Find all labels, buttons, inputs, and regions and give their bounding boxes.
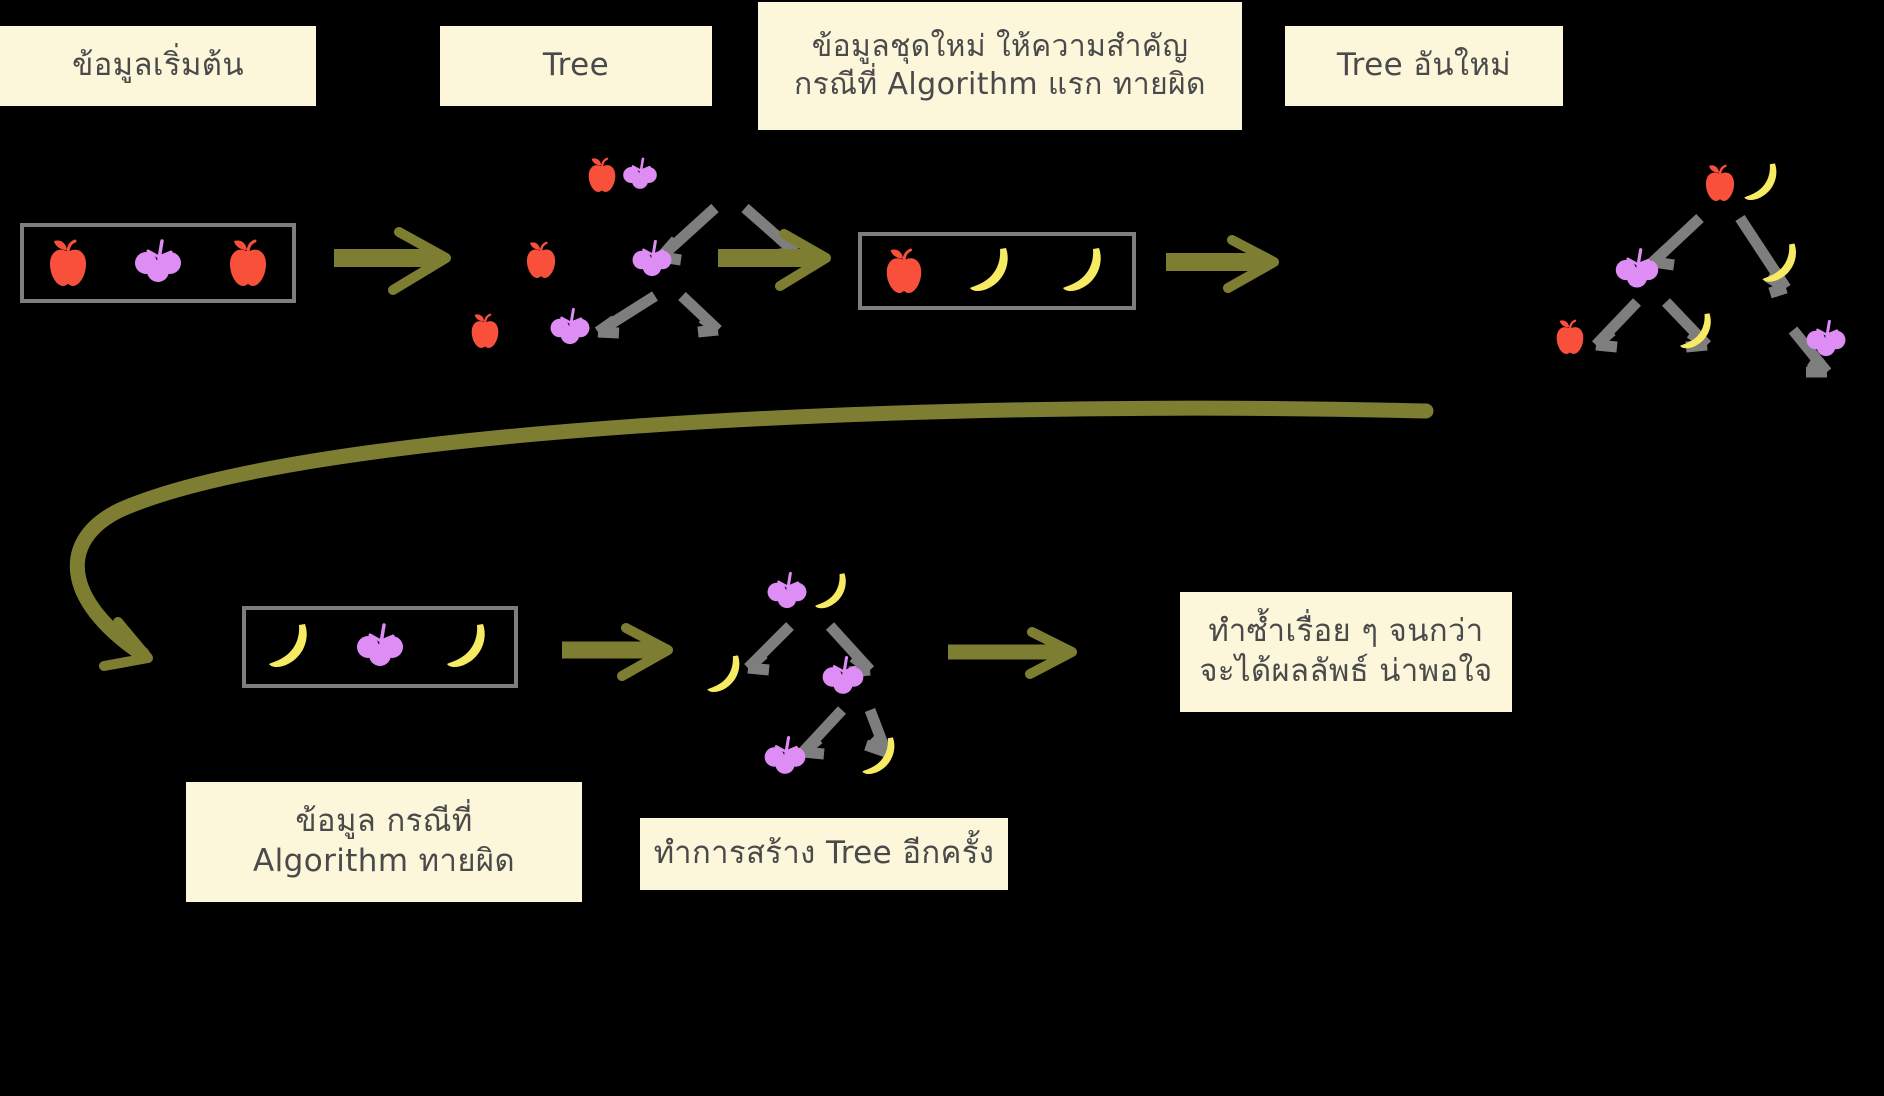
t3-right-right xyxy=(858,734,904,780)
fruit-apple xyxy=(45,238,91,288)
note-rebuild-tree: ทำการสร้าง Tree อีกครั้ง xyxy=(640,818,1008,890)
arrow-layer xyxy=(69,203,1832,760)
fruit-grapes xyxy=(765,570,809,614)
fruit-grapes xyxy=(762,734,808,780)
fruit-grapes xyxy=(132,237,184,289)
t3-left xyxy=(703,652,749,698)
fruit-grapes xyxy=(1613,246,1661,294)
fruit-apple xyxy=(882,247,926,295)
note-repeat-until-satisfied: ทำซ้ำเรื่อย ๆ จนกว่า จะได้ผลลัพธ์ น่าพอใ… xyxy=(1180,592,1512,712)
t1-left xyxy=(523,240,559,280)
note-new-dataset: ข้อมูลชุดใหม่ ให้ความสำคัญ กรณีที่ Algor… xyxy=(758,2,1242,130)
tree-1-edges xyxy=(594,203,799,339)
note-misclassified-data: ข้อมูล กรณีที่ Algorithm ทายผิด xyxy=(186,782,582,902)
fruit-apple xyxy=(225,238,271,288)
fruit-banana xyxy=(858,734,904,780)
note-line: Tree xyxy=(542,47,610,84)
note-line: ข้อมูลชุดใหม่ ให้ความสำคัญ xyxy=(811,28,1189,64)
fruit-banana xyxy=(1058,244,1112,298)
t1-right xyxy=(630,238,674,282)
flow-arrow-4 xyxy=(562,623,673,681)
fruit-apple xyxy=(1553,318,1587,356)
fruit-banana xyxy=(965,244,1019,298)
fruit-grapes xyxy=(548,306,592,350)
fruit-banana xyxy=(264,620,318,674)
t1-left-left xyxy=(468,312,502,350)
flow-arrow-3 xyxy=(1166,235,1279,293)
note-line: ทำซ้ำเรื่อย ๆ จนกว่า xyxy=(1208,613,1484,650)
t2-left-left xyxy=(1553,318,1587,356)
note-line: จะได้ผลลัพธ์ น่าพอใจ xyxy=(1199,653,1493,689)
fruit-apple xyxy=(468,312,502,350)
note-line: ทำการสร้าง Tree อีกครั้ง xyxy=(653,835,995,872)
fruit-grapes xyxy=(354,621,406,673)
t2-left xyxy=(1613,246,1661,294)
t3-right-left xyxy=(762,734,808,780)
diagram-canvas: ข้อมูลเริ่มต้น Tree ข้อมูลชุดใหม่ ให้ควา… xyxy=(0,0,1884,1096)
fruit-banana xyxy=(1740,160,1786,206)
fruit-banana xyxy=(703,652,749,698)
note-line: ข้อมูลเริ่มต้น xyxy=(72,47,244,84)
t2-right xyxy=(1758,240,1806,288)
note-line: Tree อันใหม่ xyxy=(1336,47,1512,84)
fruit-apple xyxy=(523,240,559,280)
note-new-tree: Tree อันใหม่ xyxy=(1285,26,1563,106)
note-line: ข้อมูล กรณีที่ xyxy=(295,803,473,840)
t2-left-right xyxy=(1676,310,1720,354)
fruit-banana xyxy=(442,620,496,674)
t3-right xyxy=(820,654,866,700)
note-tree: Tree xyxy=(440,26,712,106)
t1-root xyxy=(585,156,659,194)
note-initial-data: ข้อมูลเริ่มต้น xyxy=(0,26,316,106)
fruit-grapes xyxy=(621,156,659,194)
fruit-grapes xyxy=(820,654,866,700)
fruit-apple xyxy=(1702,163,1738,203)
t2-right-right xyxy=(1804,318,1848,362)
dataset-box-1 xyxy=(20,223,296,303)
dataset-box-3 xyxy=(242,606,518,688)
flow-arrow-1 xyxy=(334,227,451,295)
fruit-banana xyxy=(1676,310,1720,354)
fruit-banana xyxy=(811,570,855,614)
dataset-box-2 xyxy=(858,232,1136,310)
fruit-banana xyxy=(1758,240,1806,288)
t2-root xyxy=(1702,160,1786,206)
note-line: กรณีที่ Algorithm แรก ทายผิด xyxy=(794,67,1206,102)
flow-arrow-2 xyxy=(718,229,831,291)
note-line: Algorithm ทายผิด xyxy=(253,843,515,879)
fruit-grapes xyxy=(630,238,674,282)
fruit-grapes xyxy=(1804,318,1848,362)
flow-arrow-5 xyxy=(948,627,1077,679)
fruit-apple xyxy=(585,156,619,194)
t3-root xyxy=(765,570,855,614)
t1-left-right xyxy=(548,306,592,350)
